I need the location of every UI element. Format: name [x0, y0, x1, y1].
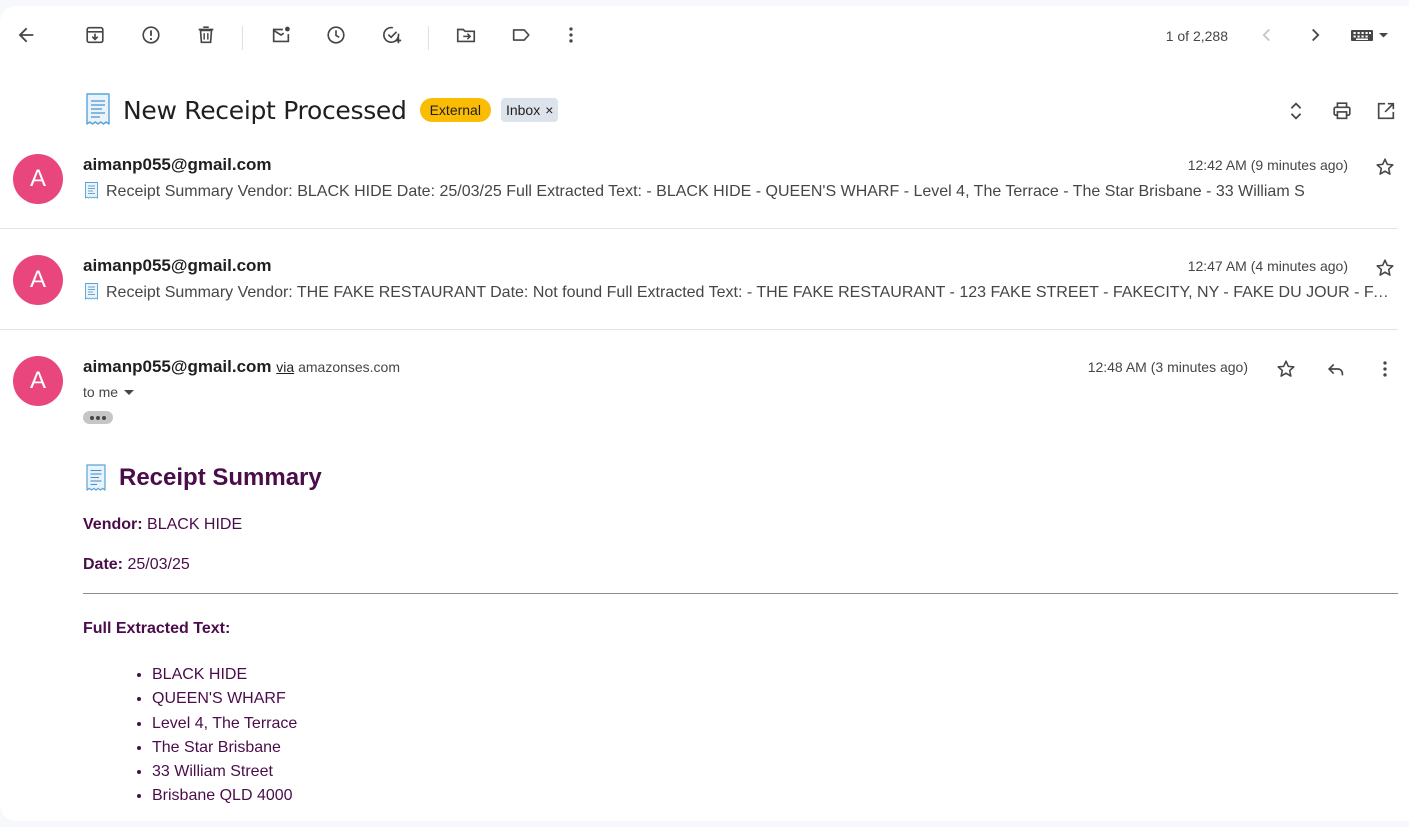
message-counter: 1 of 2,288: [1165, 28, 1228, 44]
expand-all-icon[interactable]: [1284, 99, 1308, 123]
label-inbox-text: Inbox: [505, 102, 541, 118]
full-text-label: Full Extracted Text:: [83, 620, 231, 637]
toolbar-separator: [242, 26, 243, 50]
receipt-heading-text: Receipt Summary: [119, 464, 322, 491]
receipt-emoji-icon: [86, 93, 110, 125]
list-item: Level 4, The Terrace: [152, 712, 1398, 736]
message-snippet: Receipt Summary Vendor: BLACK HIDE Date:…: [83, 182, 1398, 201]
message-time: 12:47 AM (4 minutes ago): [1187, 258, 1348, 274]
avatar[interactable]: A: [13, 154, 63, 204]
full-text-heading: Full Extracted Text:: [83, 620, 1398, 638]
toolbar-separator: [428, 26, 429, 50]
body-divider: [83, 593, 1398, 594]
thread-subject: New Receipt Processed: [123, 95, 407, 125]
more-vert-icon[interactable]: [559, 23, 583, 47]
via-domain: amazonses.com: [298, 359, 401, 375]
print-icon[interactable]: [1330, 99, 1354, 123]
label-inbox[interactable]: Inbox ×: [500, 98, 559, 122]
report-spam-icon[interactable]: [139, 23, 163, 47]
delete-icon[interactable]: [194, 23, 218, 47]
list-item: The Star Brisbane: [152, 736, 1398, 760]
label-external[interactable]: External: [419, 98, 491, 122]
sender-email[interactable]: aimanp055@gmail.com: [83, 256, 272, 276]
receipt-emoji-icon: [85, 283, 98, 300]
vendor-label: Vendor:: [83, 516, 143, 533]
message-divider: [0, 329, 1398, 330]
via-link[interactable]: via: [276, 359, 294, 375]
back-arrow-icon[interactable]: [14, 23, 38, 47]
snippet-text: Receipt Summary Vendor: THE FAKE RESTAUR…: [106, 284, 1398, 301]
star-icon[interactable]: [1274, 357, 1298, 381]
date-field: Date: 25/03/25: [83, 556, 1398, 574]
snippet-text: Receipt Summary Vendor: BLACK HIDE Date:…: [106, 183, 1305, 200]
message-divider: [0, 228, 1398, 229]
sender-email[interactable]: aimanp055@gmail.com: [83, 155, 272, 175]
message-time: 12:42 AM (9 minutes ago): [1187, 157, 1348, 173]
date-value: 25/03/25: [127, 556, 190, 573]
receipt-emoji-icon: [85, 182, 98, 199]
remove-label-button[interactable]: ×: [545, 101, 553, 119]
list-item: BLACK HIDE: [152, 663, 1398, 687]
open-in-new-window-icon[interactable]: [1374, 99, 1398, 123]
newer-chevron-icon[interactable]: [1255, 23, 1279, 47]
keyboard-icon[interactable]: [1349, 23, 1391, 47]
receipt-heading: Receipt Summary: [83, 464, 1398, 492]
more-vert-icon[interactable]: [1373, 357, 1397, 381]
message-snippet: Receipt Summary Vendor: THE FAKE RESTAUR…: [83, 283, 1398, 302]
snooze-icon[interactable]: [324, 23, 348, 47]
vendor-field: Vendor: BLACK HIDE: [83, 516, 1398, 534]
recipients-text: to me: [83, 384, 119, 400]
vendor-value: BLACK HIDE: [147, 516, 243, 533]
message-view: 1 of 2,288 New Receipt Processed Externa…: [0, 6, 1409, 821]
star-icon[interactable]: [1373, 256, 1397, 280]
toolbar: 1 of 2,288: [0, 6, 1409, 68]
extracted-lines-list: BLACK HIDE QUEEN'S WHARF Level 4, The Te…: [83, 663, 1398, 809]
date-label: Date:: [83, 556, 124, 573]
chevron-down-icon[interactable]: [124, 389, 135, 395]
recipients-dropdown[interactable]: to me: [83, 384, 135, 400]
star-icon[interactable]: [1373, 155, 1397, 179]
list-item: Brisbane QLD 4000: [152, 784, 1398, 808]
via-info: via amazonses.com: [276, 359, 400, 375]
message-time: 12:48 AM (3 minutes ago): [1087, 359, 1248, 375]
email-body: Receipt Summary Vendor: BLACK HIDE Date:…: [83, 464, 1398, 809]
reply-icon[interactable]: [1324, 357, 1348, 381]
add-to-tasks-icon[interactable]: [380, 23, 404, 47]
move-to-icon[interactable]: [454, 23, 478, 47]
list-item: QUEEN'S WHARF: [152, 687, 1398, 711]
avatar[interactable]: A: [13, 356, 63, 406]
receipt-emoji-icon: [86, 464, 106, 491]
older-chevron-icon[interactable]: [1303, 23, 1327, 47]
subject-row: New Receipt Processed External Inbox ×: [82, 92, 559, 128]
sender-email[interactable]: aimanp055@gmail.com: [83, 357, 272, 376]
label-icon[interactable]: [509, 23, 533, 47]
archive-icon[interactable]: [83, 23, 107, 47]
mark-unread-icon[interactable]: [269, 23, 293, 47]
avatar[interactable]: A: [13, 255, 63, 305]
sender-header: aimanp055@gmail.com via amazonses.com: [83, 357, 400, 377]
list-item: 33 William Street: [152, 760, 1398, 784]
show-trimmed-content-button[interactable]: [83, 411, 113, 424]
